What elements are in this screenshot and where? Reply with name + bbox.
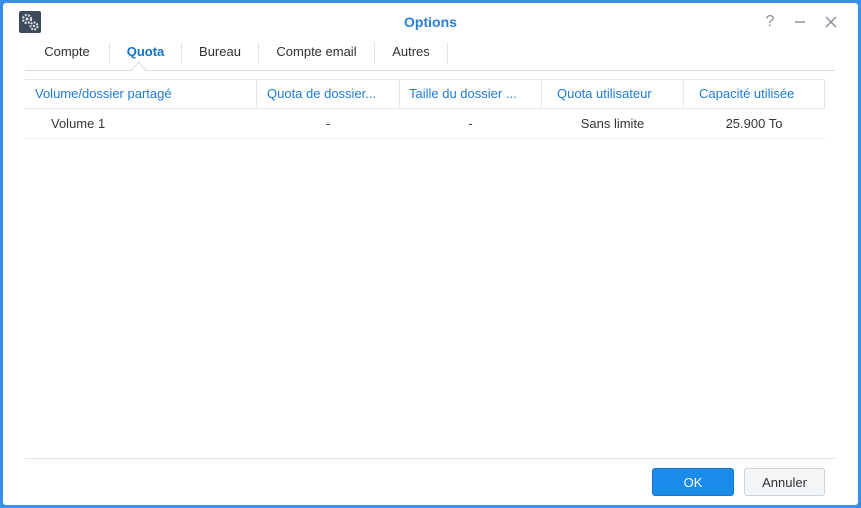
- table-row[interactable]: Volume 1 - - Sans limite 25.900 To: [25, 109, 825, 139]
- column-header-user-quota[interactable]: Quota utilisateur: [557, 80, 683, 108]
- close-icon[interactable]: [821, 12, 841, 32]
- tab-quota[interactable]: Quota: [110, 38, 181, 70]
- question-mark-icon[interactable]: ?: [760, 12, 780, 32]
- column-divider[interactable]: [399, 80, 400, 108]
- minimize-icon[interactable]: [790, 12, 810, 32]
- table-header: Volume/dossier partagé Quota de dossier.…: [25, 79, 825, 109]
- tab-autres[interactable]: Autres: [375, 38, 447, 70]
- cell-folder-size: -: [468, 116, 473, 131]
- tab-compte[interactable]: Compte: [25, 38, 109, 70]
- column-header-used-capacity[interactable]: Capacité utilisée: [699, 80, 823, 108]
- tab-bar: Compte Quota Bureau Compte email Autres: [25, 38, 835, 78]
- column-divider[interactable]: [256, 80, 257, 108]
- ok-button[interactable]: OK: [652, 468, 734, 496]
- column-divider[interactable]: [683, 80, 684, 108]
- tab-divider: [447, 42, 448, 64]
- tab-bureau[interactable]: Bureau: [182, 38, 258, 70]
- column-header-volume[interactable]: Volume/dossier partagé: [35, 80, 255, 108]
- cell-volume: Volume 1: [51, 116, 106, 131]
- column-divider[interactable]: [541, 80, 542, 108]
- quota-table: Volume/dossier partagé Quota de dossier.…: [25, 79, 825, 139]
- options-dialog: Options ? Compte Quota Bureau Compte ema…: [3, 3, 858, 505]
- column-divider[interactable]: [824, 80, 825, 108]
- column-header-folder-size[interactable]: Taille du dossier ...: [409, 80, 539, 108]
- window-title: Options: [404, 14, 457, 30]
- cancel-button[interactable]: Annuler: [744, 468, 825, 496]
- footer-divider: [25, 458, 835, 459]
- title-bar[interactable]: Options ?: [3, 3, 858, 41]
- cell-folder-quota: -: [325, 116, 331, 131]
- cell-used-capacity: 25.900 To: [725, 116, 783, 131]
- column-header-folder-quota[interactable]: Quota de dossier...: [267, 80, 397, 108]
- cell-user-quota: Sans limite: [580, 116, 645, 131]
- tab-compte-email[interactable]: Compte email: [259, 38, 374, 70]
